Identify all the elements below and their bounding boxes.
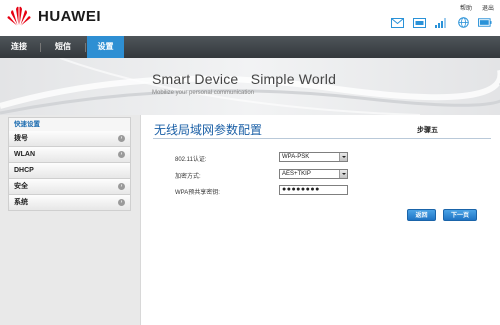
sidebar-item-label: WLAN	[14, 151, 35, 158]
tab-connect[interactable]: 连接	[0, 36, 38, 58]
chevron-down-icon[interactable]	[339, 153, 347, 161]
signal-icon	[434, 17, 448, 28]
step-indicator: 步骤五	[417, 127, 438, 134]
nav-divider	[40, 43, 41, 52]
main-panel: 无线局域网参数配置 步骤五 802.11认证: WPA-PSK 加密方式: AE…	[140, 115, 500, 325]
message-icon[interactable]	[390, 17, 404, 28]
nav-divider	[85, 43, 86, 52]
sms-icon[interactable]	[412, 17, 426, 28]
sidebar-item-system[interactable]: 系统 ›	[8, 195, 131, 211]
chevron-right-icon: ›	[118, 199, 125, 206]
huawei-petal-icon	[7, 6, 31, 26]
battery-icon	[478, 17, 492, 28]
sidebar-item-security[interactable]: 安全 ›	[8, 179, 131, 195]
chevron-right-icon: ›	[118, 151, 125, 158]
title-divider	[153, 138, 491, 139]
psk-password-input[interactable]: ●●●●●●●●	[279, 185, 348, 195]
top-links: 帮助 退出	[460, 3, 494, 12]
sidebar-item-label: 拨号	[14, 135, 28, 142]
page-title: 无线局域网参数配置	[154, 123, 263, 137]
network-globe-icon	[456, 17, 470, 28]
banner: Smart Device Simple World Mobilize your …	[0, 58, 500, 115]
sidebar-item-label: DHCP	[14, 167, 34, 174]
next-button[interactable]: 下一页	[443, 209, 477, 221]
sidebar-header-quick-setup[interactable]: 快速设置	[8, 117, 131, 131]
auth-select[interactable]: WPA-PSK	[279, 152, 348, 162]
huawei-logo: HUAWEI	[6, 6, 101, 26]
tab-sms[interactable]: 短信	[42, 36, 84, 58]
main-nav: 连接 短信 设置	[0, 36, 500, 58]
brand-name: HUAWEI	[38, 7, 101, 25]
chevron-right-icon: ›	[118, 135, 125, 142]
logout-link[interactable]: 退出	[482, 3, 494, 12]
banner-title: Smart Device Simple World	[152, 71, 337, 87]
auth-label: 802.11认证:	[175, 157, 207, 163]
psk-label: WPA预共享密钥:	[175, 190, 220, 196]
back-button[interactable]: 返回	[407, 209, 436, 221]
encryption-select[interactable]: AES+TKIP	[279, 169, 348, 179]
tab-settings[interactable]: 设置	[87, 36, 124, 58]
sidebar-item-label: 系统	[14, 199, 28, 206]
chevron-down-icon[interactable]	[339, 170, 347, 178]
sidebar-item-label: 安全	[14, 183, 28, 190]
sidebar-item-wlan[interactable]: WLAN ›	[8, 147, 131, 163]
chevron-right-icon: ›	[118, 183, 125, 190]
sidebar-item-dialup[interactable]: 拨号 ›	[8, 131, 131, 147]
encryption-label: 加密方式:	[175, 174, 201, 180]
banner-subtitle: Mobilize your personal communication	[152, 90, 255, 96]
help-link[interactable]: 帮助	[460, 3, 472, 12]
sidebar-item-dhcp[interactable]: DHCP	[8, 163, 131, 179]
auth-select-value: WPA-PSK	[282, 154, 310, 160]
encryption-select-value: AES+TKIP	[282, 171, 311, 177]
sidebar: 快速设置 拨号 › WLAN › DHCP 安全 › 系统 ›	[8, 117, 131, 217]
header: HUAWEI 帮助 退出	[0, 0, 500, 36]
status-icons	[390, 17, 492, 28]
